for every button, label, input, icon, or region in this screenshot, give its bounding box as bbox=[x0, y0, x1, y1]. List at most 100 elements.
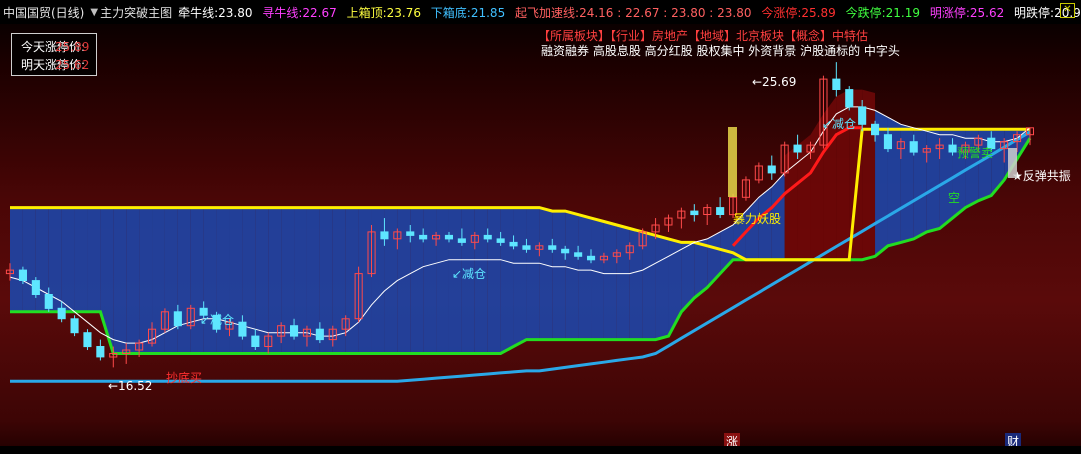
candle-body bbox=[173, 311, 182, 327]
band-segment bbox=[500, 207, 514, 354]
band-segment bbox=[397, 207, 411, 354]
candle-body bbox=[522, 245, 531, 250]
band-segment bbox=[177, 207, 191, 354]
indicator-header: 中国国贸(日线) ▼ 主力突破主图 牵牛线:23.80 寻牛线:22.67 上箱… bbox=[0, 0, 1081, 24]
candle-body bbox=[406, 231, 415, 236]
annotation-warning-sell: 预警卖 bbox=[957, 145, 993, 160]
band-segment bbox=[810, 113, 824, 260]
candle-body bbox=[57, 307, 66, 320]
candle-body bbox=[18, 269, 27, 282]
candle-body bbox=[883, 134, 893, 150]
band-segment bbox=[410, 207, 424, 354]
band-segment bbox=[10, 207, 23, 312]
candle-body bbox=[858, 106, 867, 125]
band-segment bbox=[539, 207, 553, 340]
annotation-high-price: ←25.69 bbox=[752, 75, 796, 89]
candle-body bbox=[871, 123, 880, 136]
annotation-rebound: ★反弹共振 bbox=[1012, 169, 1071, 183]
candle-body bbox=[548, 245, 557, 250]
volume-indicator-strip bbox=[0, 446, 1081, 454]
candle-body bbox=[909, 141, 918, 153]
candle-body bbox=[716, 207, 725, 216]
band-segment bbox=[255, 207, 269, 354]
candle-body bbox=[444, 234, 453, 240]
annotation-bottom-buy: 抄底买 bbox=[166, 370, 202, 385]
band-segment bbox=[565, 211, 579, 340]
band-segment bbox=[836, 89, 850, 260]
indicator-xunniu: 寻牛线:22.67 bbox=[262, 5, 337, 20]
candle-body bbox=[380, 231, 389, 240]
candle-body bbox=[561, 248, 570, 254]
candle-body bbox=[509, 241, 518, 247]
band-segment bbox=[139, 207, 153, 354]
candle-body bbox=[457, 238, 466, 243]
band-segment bbox=[268, 207, 282, 354]
annotation-reduce-1: ↙减仓 bbox=[200, 313, 234, 327]
highlight-pillar-right bbox=[1008, 148, 1017, 178]
band-segment bbox=[152, 207, 165, 354]
dropdown-caret-icon[interactable]: ▼ bbox=[90, 7, 98, 18]
band-segment bbox=[61, 207, 75, 312]
candle-body bbox=[70, 318, 79, 334]
candle-body bbox=[315, 328, 324, 341]
band-segment bbox=[603, 221, 617, 340]
candle-body bbox=[83, 332, 92, 348]
band-segment bbox=[629, 228, 643, 340]
candle-body bbox=[948, 144, 957, 153]
band-segment bbox=[487, 207, 501, 354]
band-segment bbox=[113, 207, 127, 354]
candle-body bbox=[238, 321, 247, 337]
band-segment bbox=[203, 207, 217, 354]
highlight-pillar bbox=[728, 127, 737, 197]
indicator-box-bottom: 下箱底:21.85 bbox=[430, 5, 506, 20]
band-segment bbox=[784, 145, 798, 260]
close-icon[interactable]: ✕ bbox=[1060, 3, 1075, 18]
band-segment bbox=[616, 225, 630, 340]
annotation-reduce-2: ↙减仓 bbox=[452, 267, 486, 281]
band-segment bbox=[591, 218, 604, 340]
band-segment bbox=[655, 235, 669, 340]
kline-chart[interactable]: ↙减仓 ↙减仓 ↙减仓 ←16.52 ←25.69 抄底买 暴力妖股 预警卖空 ★反弹共振 bbox=[0, 24, 1081, 446]
candle-body bbox=[96, 346, 105, 358]
candle-body bbox=[251, 335, 260, 348]
chart-window: 中国国贸(日线) ▼ 主力突破主图 牵牛线:23.80 寻牛线:22.67 上箱… bbox=[0, 0, 1081, 454]
candle-body bbox=[793, 144, 802, 153]
candle-body bbox=[419, 234, 428, 240]
candle-body bbox=[587, 255, 596, 261]
annotation-reduce-3: ↙减仓 bbox=[822, 117, 856, 131]
indicator-qianniu: 牵牛线:23.80 bbox=[178, 5, 253, 20]
band-segment bbox=[332, 207, 346, 354]
band-segment bbox=[371, 207, 385, 354]
indicator-values: 牵牛线:23.80 寻牛线:22.67 上箱顶:23.76 下箱底:21.85 … bbox=[178, 4, 1081, 21]
template-name[interactable]: 主力突破主图 bbox=[100, 4, 172, 21]
band-segment bbox=[552, 211, 566, 340]
annotation-low-price: ←16.52 bbox=[108, 379, 152, 393]
band-segment bbox=[190, 207, 204, 354]
band-segment bbox=[642, 231, 656, 340]
indicator-today-limit-down: 今跌停:21.19 bbox=[845, 5, 920, 20]
band-segment bbox=[74, 207, 88, 312]
candle-body bbox=[44, 294, 53, 309]
stock-title[interactable]: 中国国贸(日线) bbox=[3, 4, 84, 21]
band-segment bbox=[436, 207, 449, 354]
candle-body bbox=[31, 280, 40, 296]
band-segment bbox=[126, 207, 140, 354]
annotation-empty: 空 bbox=[948, 191, 960, 205]
band-segment bbox=[87, 207, 101, 312]
candle-body bbox=[290, 325, 299, 337]
indicator-takeoff: 起飞加速线:24.16 : 22.67 : 23.80 : 23.80 bbox=[515, 5, 752, 20]
candle-body bbox=[690, 210, 699, 216]
band-segment bbox=[384, 207, 398, 354]
band-segment bbox=[423, 207, 437, 354]
band-segment bbox=[926, 129, 940, 232]
indicator-box-top: 上箱顶:23.76 bbox=[346, 5, 421, 20]
band-segment bbox=[22, 207, 36, 312]
candle-body bbox=[483, 234, 492, 240]
candle-body bbox=[496, 238, 505, 243]
candle-body bbox=[574, 252, 583, 257]
candle-body bbox=[832, 78, 841, 90]
annotation-violent-stock: 暴力妖股 bbox=[733, 212, 781, 226]
indicator-tomorrow-limit-up: 明涨停:25.62 bbox=[929, 5, 1005, 20]
band-segment bbox=[526, 207, 540, 340]
band-segment bbox=[358, 207, 372, 354]
